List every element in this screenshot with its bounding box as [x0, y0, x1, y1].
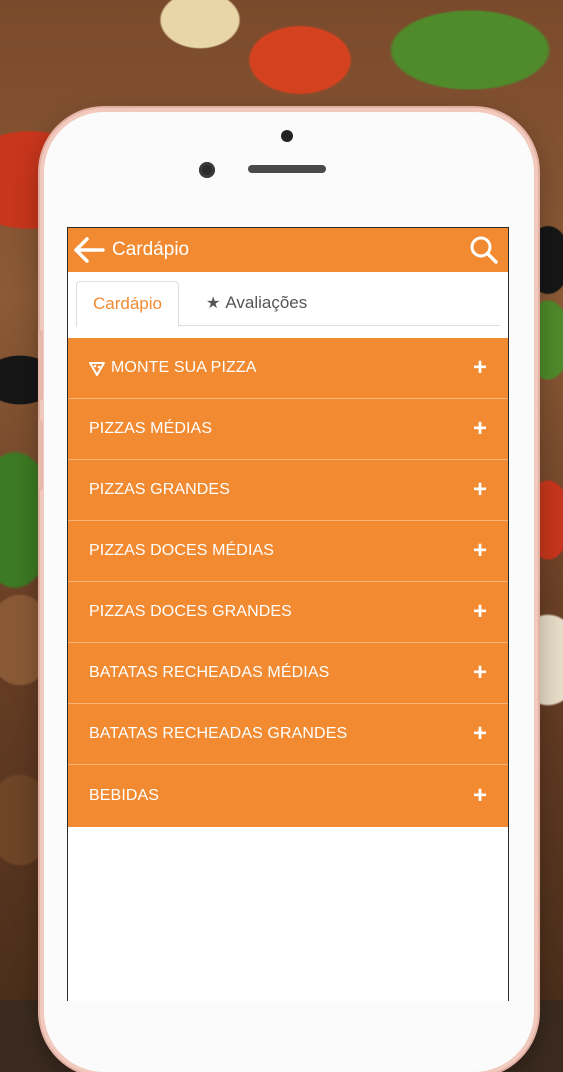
expand-icon[interactable]: +	[473, 478, 487, 502]
menu-item-label: PIZZAS GRANDES	[89, 481, 230, 498]
page-title: Cardápio	[112, 239, 190, 260]
search-button[interactable]	[468, 234, 500, 266]
menu-item-label: BATATAS RECHEADAS GRANDES	[89, 725, 348, 742]
tab-label: Cardápio	[93, 294, 162, 313]
expand-icon[interactable]: +	[473, 417, 487, 441]
expand-icon[interactable]: +	[473, 356, 487, 380]
menu-item-label: MONTE SUA PIZZA	[111, 359, 257, 376]
tab-avaliacoes[interactable]: ★ Avaliações	[190, 281, 323, 325]
star-icon: ★	[206, 295, 221, 312]
menu-item-pizzas-grandes[interactable]: PIZZAS GRANDES +	[68, 460, 508, 521]
phone-front-camera	[199, 162, 215, 178]
expand-icon[interactable]: +	[473, 784, 487, 808]
menu-category-list: MONTE SUA PIZZA + PIZZAS MÉDIAS + PIZZAS…	[68, 338, 508, 827]
expand-icon[interactable]: +	[473, 661, 487, 685]
menu-item-batatas-recheadas-medias[interactable]: BATATAS RECHEADAS MÉDIAS +	[68, 643, 508, 704]
expand-icon[interactable]: +	[473, 600, 487, 624]
menu-item-batatas-recheadas-grandes[interactable]: BATATAS RECHEADAS GRANDES +	[68, 704, 508, 765]
phone-sensor	[281, 130, 293, 142]
app-header: Cardápio	[68, 228, 508, 272]
tab-cardapio[interactable]: Cardápio	[76, 281, 179, 327]
pizza-slice-icon	[89, 362, 105, 376]
menu-item-pizzas-doces-medias[interactable]: PIZZAS DOCES MÉDIAS +	[68, 521, 508, 582]
phone-speaker	[248, 165, 326, 173]
arrow-left-icon	[74, 237, 105, 263]
tab-label: Avaliações	[225, 293, 308, 312]
app-screen: Cardápio Cardápio ★ Avaliações MONTE SUA…	[67, 227, 509, 1001]
menu-item-pizzas-doces-grandes[interactable]: PIZZAS DOCES GRANDES +	[68, 582, 508, 643]
expand-icon[interactable]: +	[473, 722, 487, 746]
menu-item-label: PIZZAS DOCES MÉDIAS	[89, 542, 275, 559]
expand-icon[interactable]: +	[473, 539, 487, 563]
menu-item-label: PIZZAS MÉDIAS	[89, 420, 213, 437]
phone-volume-button	[38, 330, 43, 400]
menu-item-bebidas[interactable]: BEBIDAS +	[68, 765, 508, 827]
menu-item-label: BATATAS RECHEADAS MÉDIAS	[89, 664, 330, 681]
menu-item-pizzas-medias[interactable]: PIZZAS MÉDIAS +	[68, 399, 508, 460]
menu-item-label: PIZZAS DOCES GRANDES	[89, 603, 292, 620]
menu-item-label: BEBIDAS	[89, 787, 160, 804]
menu-item-monte-sua-pizza[interactable]: MONTE SUA PIZZA +	[68, 338, 508, 399]
tab-bar: Cardápio ★ Avaliações	[68, 272, 508, 338]
back-button[interactable]	[70, 228, 108, 272]
phone-volume-button	[38, 420, 43, 490]
search-icon	[470, 236, 498, 264]
